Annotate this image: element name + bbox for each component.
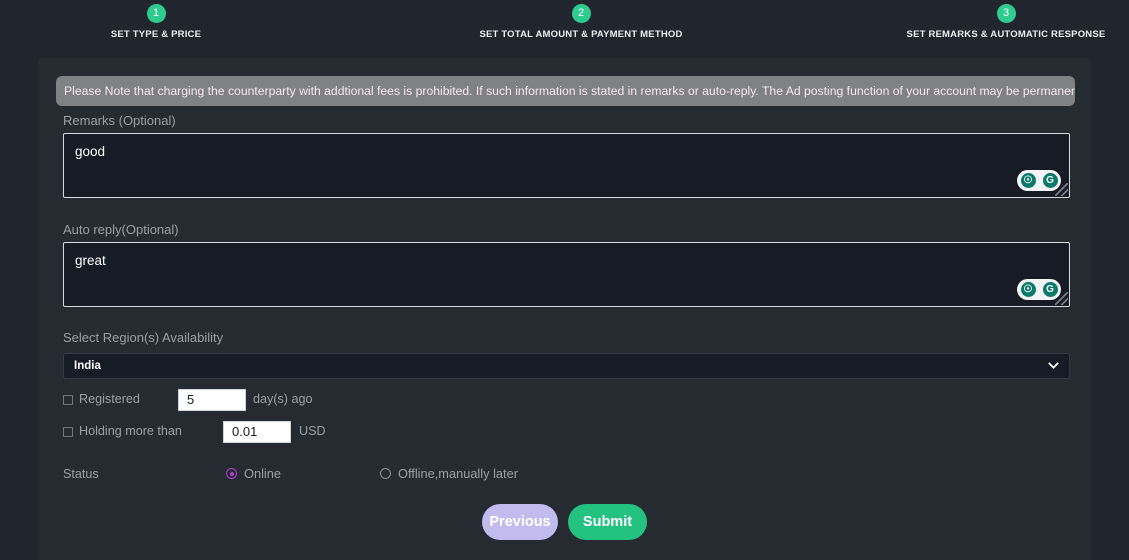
stepper-step-2[interactable]: 2 SET TOTAL AMOUNT & PAYMENT METHOD [461, 4, 701, 40]
auto-reply-value: great [75, 253, 106, 268]
resize-handle-remarks[interactable] [1055, 183, 1068, 196]
form-panel: Please Note that charging the counterpar… [38, 58, 1091, 560]
region-selected-value: India [74, 360, 101, 372]
holding-unit: USD [299, 424, 326, 438]
resize-handle-auto-reply[interactable] [1055, 292, 1068, 305]
step-1-number: 1 [146, 4, 166, 23]
step-1-label: SET TYPE & PRICE [110, 29, 202, 40]
registered-days-input[interactable]: 5 [178, 389, 246, 411]
status-offline-label: Offline,manually later [398, 466, 518, 481]
region-select[interactable]: India [63, 353, 1070, 379]
auto-reply-textarea[interactable]: great ☉ G [63, 242, 1070, 307]
auto-reply-label: Auto reply(Optional) [63, 222, 179, 237]
remarks-label: Remarks (Optional) [63, 113, 176, 128]
region-label: Select Region(s) Availability [63, 330, 224, 345]
form-actions: Previous Submit [38, 504, 1091, 540]
holding-checkbox[interactable] [63, 427, 73, 437]
step-3-label: SET REMARKS & AUTOMATIC RESPONSE [906, 29, 1106, 40]
stepper-step-3[interactable]: 3 SET REMARKS & AUTOMATIC RESPONSE [886, 4, 1126, 40]
stepper: 1 SET TYPE & PRICE 2 SET TOTAL AMOUNT & … [0, 0, 1129, 58]
lightbulb-icon[interactable]: ☉ [1020, 282, 1036, 297]
status-online-label: Online [244, 466, 281, 481]
holding-amount-input[interactable]: 0.01 [223, 421, 291, 443]
step-2-label: SET TOTAL AMOUNT & PAYMENT METHOD [479, 29, 683, 40]
holding-filter-row: Holding more than 0.01 USD [63, 421, 363, 443]
registered-label: Registered [79, 392, 140, 406]
holding-label: Holding more than [79, 424, 182, 438]
registered-unit: day(s) ago [253, 392, 313, 406]
notice-banner: Please Note that charging the counterpar… [56, 76, 1075, 106]
step-2-number: 2 [571, 4, 591, 23]
previous-button[interactable]: Previous [482, 504, 558, 540]
status-label: Status [63, 467, 99, 481]
registered-filter-row: Registered 5 day(s) ago [63, 389, 363, 411]
registered-checkbox[interactable] [63, 395, 73, 405]
remarks-value: good [75, 144, 106, 159]
submit-button[interactable]: Submit [568, 504, 647, 540]
radio-online-icon[interactable] [226, 468, 237, 479]
step-3-number: 3 [996, 4, 1016, 23]
lightbulb-icon[interactable]: ☉ [1020, 173, 1036, 188]
remarks-textarea[interactable]: good ☉ G [63, 133, 1070, 198]
stepper-step-1[interactable]: 1 SET TYPE & PRICE [36, 4, 276, 40]
chevron-down-icon [1048, 361, 1059, 372]
radio-offline-icon[interactable] [380, 468, 391, 479]
